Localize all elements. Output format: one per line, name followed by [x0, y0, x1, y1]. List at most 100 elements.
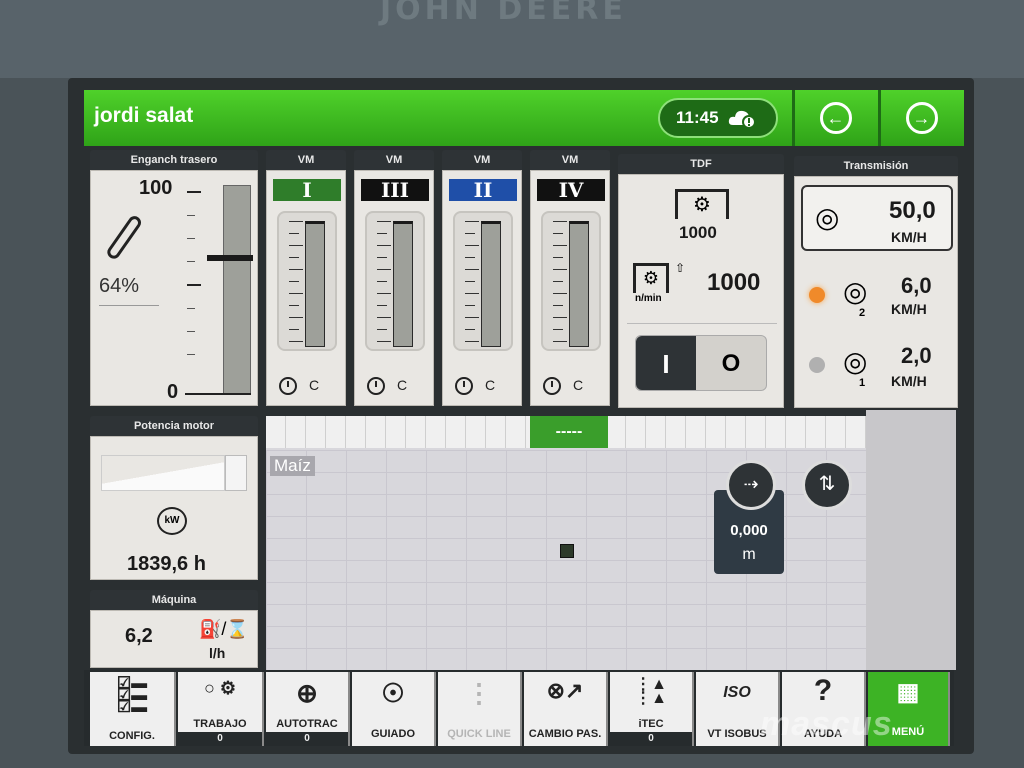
pto-switch-on[interactable]: I [636, 336, 696, 390]
timer-icon [455, 377, 473, 396]
tab-itec-count: 0 [610, 732, 692, 746]
brand-logo: JOHN DEERE [380, 0, 627, 27]
arrow-right-icon: → [905, 102, 938, 134]
tractor-icon [560, 544, 574, 558]
vm1-gauge [277, 211, 337, 351]
clock-time: 11:45 [676, 108, 719, 127]
hitch-pointer[interactable] [207, 255, 253, 261]
engine-title: Potencia motor [90, 416, 258, 436]
vm4-timer[interactable]: C [543, 377, 583, 396]
speed-set-value: 50,0 [889, 197, 936, 224]
vm1-mode: C [309, 377, 320, 393]
vm3-level-bar [481, 221, 501, 347]
guidance-map[interactable]: ----- Maíz 0,000 m ⇢ ⇅ [266, 416, 866, 670]
timer-icon [543, 377, 561, 396]
operator-name: jordi salat [94, 104, 194, 127]
tab-itec-label: iTEC [638, 718, 664, 730]
vm4-panel[interactable]: IV C [530, 170, 610, 406]
autotrac-icon: ⊕ [296, 678, 318, 708]
vm2-mode: C [397, 377, 408, 393]
clock-status[interactable]: 11:45 [658, 98, 778, 138]
pto-switch[interactable]: I O [635, 335, 767, 391]
gear2-label: 2 [859, 307, 866, 319]
tab-itec[interactable]: ⋮▲ ⋮▲ iTEC 0 [610, 672, 694, 746]
vm2-timer[interactable]: C [367, 377, 408, 396]
engine-hours: 1839,6 h [127, 553, 206, 575]
vm4-level-bar [569, 221, 589, 347]
hitch-base-line [185, 393, 251, 395]
hitch-divider [99, 305, 159, 306]
tab-config[interactable]: ☑▬ ☑▬ ☑▬ CONFIG. [90, 672, 176, 746]
vm2-level-bar [393, 221, 413, 347]
hitch-title: Enganch trasero [90, 150, 258, 170]
tab-cambio-pas[interactable]: ⊗↗ CAMBIO PAS. [524, 672, 608, 746]
pto-panel[interactable]: ⚙ 1000 ⚙ ⇧ n/min 1000 I O [618, 174, 784, 408]
pto-actual: 1000 [707, 269, 761, 296]
grid-icon: ▦ [896, 679, 920, 706]
fuel-rate-unit: l/h [209, 645, 226, 661]
track-shift-icon[interactable]: ⇢ [726, 460, 776, 510]
gear2-speed: 6,0 [901, 273, 932, 298]
vm3-timer[interactable]: C [455, 377, 496, 396]
tab-quick-line-label: QUICK LINE [447, 728, 511, 740]
transmission-panel[interactable]: ◎ 50,0 KM/H ◎ 2 6,0 KM/H ◎ 1 2,0 KM/H [794, 176, 958, 408]
checklist-icon: ☑▬ ☑▬ ☑▬ [116, 675, 148, 716]
machine-panel[interactable]: 6,2 ⛽/⌛ l/h [90, 610, 258, 668]
fuel-rate-value: 6,2 [125, 625, 153, 647]
isobus-icon: ISO [723, 684, 751, 701]
tab-trabajo[interactable]: ○ ⚙ TRABAJO 0 [178, 672, 264, 746]
tab-autotrac-label: AUTOTRAC [276, 718, 338, 730]
vm4-gauge [541, 211, 601, 351]
bezel-top: JOHN DEERE [0, 0, 1024, 78]
speedometer-2-icon: ◎ [843, 276, 868, 307]
vm3-mode: C [485, 377, 496, 393]
vm3-label: II [449, 179, 517, 201]
vm4-title: VM [530, 150, 610, 170]
hitch-link-icon [105, 213, 145, 268]
pto-gear-icon: ⚙ [675, 189, 729, 219]
vm1-title: VM [266, 150, 346, 170]
vm1-panel[interactable]: I C [266, 170, 346, 406]
pto-speed-icon: ⚙ [633, 263, 669, 293]
tab-autotrac-count: 0 [266, 732, 348, 746]
pto-title: TDF [618, 154, 784, 174]
tab-config-label: CONFIG. [109, 730, 155, 742]
hitch-level-bar [223, 185, 251, 395]
pto-switch-off[interactable]: O [696, 336, 766, 390]
itec-icon: ⋮▲ ⋮▲ [635, 676, 667, 707]
speed-set-unit: KM/H [891, 229, 927, 245]
engine-power-bar [101, 455, 225, 491]
hitch-scale [187, 191, 201, 387]
fuel-hourglass-icon: ⛽/⌛ [199, 619, 249, 639]
tractor-work-icon: ○ ⚙ [203, 678, 236, 698]
engine-panel[interactable]: kW 1839,6 h [90, 436, 258, 580]
tab-cambio-pas-label: CAMBIO PAS. [528, 728, 602, 740]
tab-trabajo-label: TRABAJO [193, 718, 247, 730]
speed-set-box[interactable]: ◎ 50,0 KM/H [801, 185, 953, 251]
gear1-speed: 2,0 [901, 343, 932, 368]
vm1-label: I [273, 179, 341, 201]
tab-quick-line[interactable]: ⋮ QUICK LINE [438, 672, 522, 746]
tab-guiado[interactable]: ☉ GUIADO [352, 672, 436, 746]
hitch-percent: 64% [99, 275, 140, 297]
guidance-icon: ☉ [381, 678, 405, 708]
vm2-title: VM [354, 150, 434, 170]
tab-trabajo-count: 0 [178, 732, 262, 746]
vm2-panel[interactable]: III C [354, 170, 434, 406]
distance-unit: m [742, 546, 756, 563]
tab-autotrac[interactable]: ⊕ AUTOTRAC 0 [266, 672, 350, 746]
tab-guiado-label: GUIADO [371, 728, 415, 740]
split-path-icon[interactable]: ⇅ [802, 460, 852, 510]
vm1-timer[interactable]: C [279, 377, 320, 396]
back-button[interactable]: ← [792, 90, 876, 146]
hitch-max: 100 [139, 177, 173, 199]
hitch-panel[interactable]: 100 64% 0 [90, 170, 258, 406]
pto-target: 1000 [679, 223, 717, 242]
vm2-label: III [361, 179, 429, 201]
forward-button[interactable]: → [878, 90, 962, 146]
timer-icon [367, 377, 385, 396]
vm1-level-bar [305, 221, 325, 347]
vm3-panel[interactable]: II C [442, 170, 522, 406]
help-icon: ? [813, 674, 833, 707]
gear2-indicator [809, 287, 825, 303]
